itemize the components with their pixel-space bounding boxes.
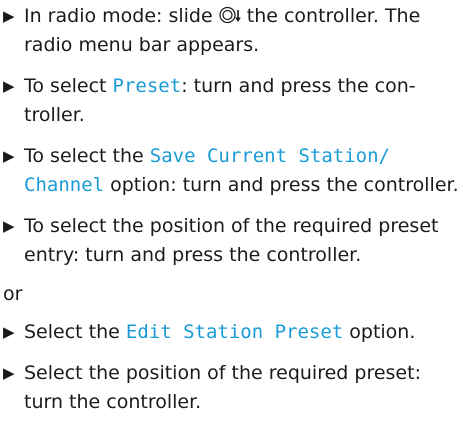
or-separator: or bbox=[3, 283, 23, 305]
menu-option-label: Edit Station Preset bbox=[125, 321, 344, 343]
instruction-text: To select the position of the required p… bbox=[24, 215, 439, 266]
step-1: ▶ In radio mode: slide the controller. Th… bbox=[3, 2, 459, 60]
instruction-text: In radio mode: slide bbox=[24, 5, 219, 27]
step-4: ▶ To select the position of the required … bbox=[3, 212, 459, 270]
bullet-arrow-icon: ▶ bbox=[3, 217, 15, 235]
bullet-arrow-icon: ▶ bbox=[3, 77, 15, 95]
alt-step-2: ▶ Select the position of the required pre… bbox=[3, 359, 459, 417]
bullet-arrow-icon: ▶ bbox=[3, 364, 15, 382]
alt-step-1: ▶ Select the Edit Station Preset option. bbox=[3, 318, 459, 347]
instruction-text: To select bbox=[24, 75, 113, 97]
step-3: ▶ To select the Save Current Station/ Cha… bbox=[3, 142, 459, 200]
instruction-text: Select the position of the required pres… bbox=[24, 362, 421, 413]
bullet-arrow-icon: ▶ bbox=[3, 7, 15, 25]
instruction-page: ▶ In radio mode: slide the controller. Th… bbox=[3, 2, 459, 429]
instruction-text: option. bbox=[343, 321, 416, 343]
menu-option-label: Preset bbox=[112, 75, 182, 97]
step-2: ▶ To select Preset: turn and press the co… bbox=[3, 72, 459, 130]
instruction-text: option: turn and press the con­troller. bbox=[104, 174, 459, 196]
instruction-text: To select the bbox=[24, 145, 150, 167]
steps-list-alt: ▶ Select the Edit Station Preset option. ▶… bbox=[3, 318, 459, 417]
bullet-arrow-icon: ▶ bbox=[3, 323, 15, 341]
bullet-arrow-icon: ▶ bbox=[3, 147, 15, 165]
controller-slide-down-icon bbox=[219, 6, 241, 24]
instruction-text: Select the bbox=[24, 321, 126, 343]
steps-list: ▶ In radio mode: slide the controller. Th… bbox=[3, 2, 459, 270]
